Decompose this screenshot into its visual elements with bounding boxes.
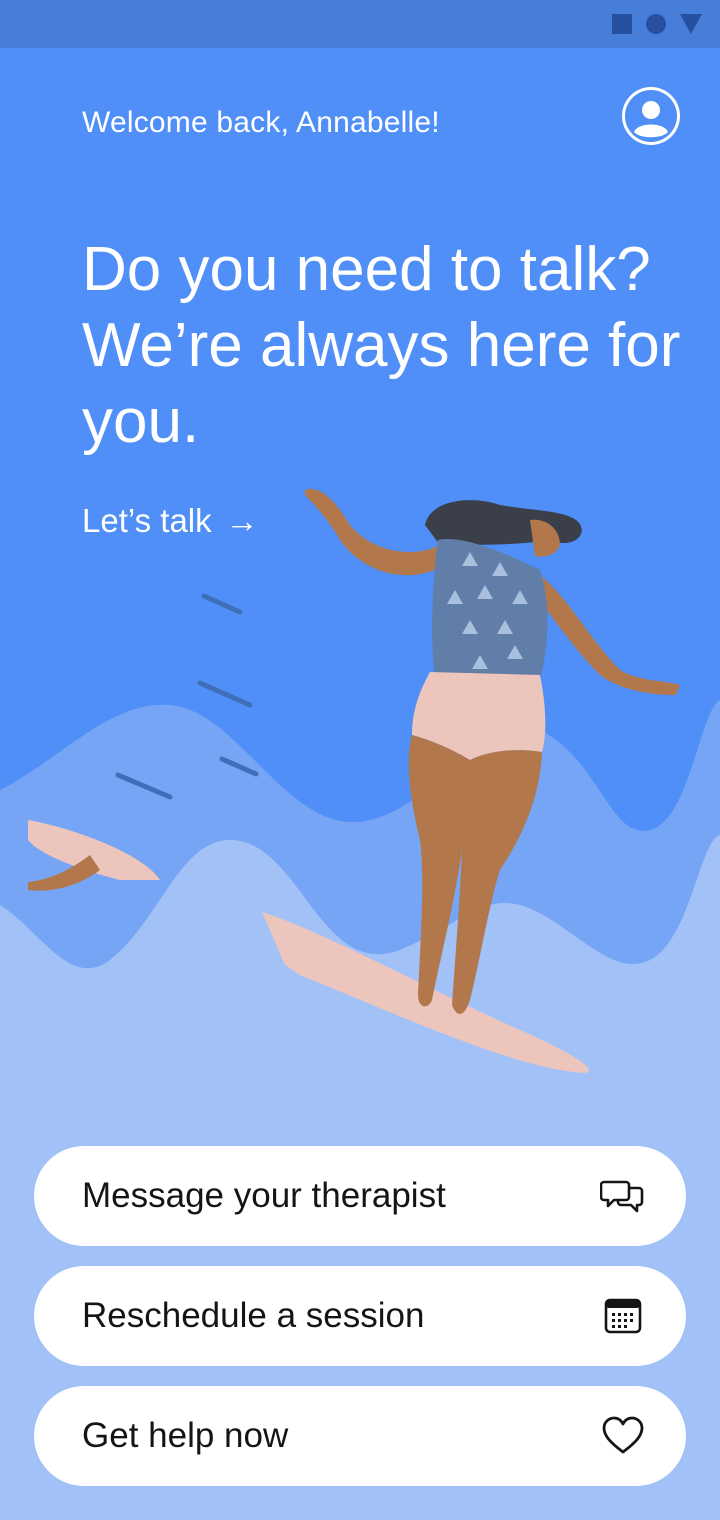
calendar-icon: [600, 1293, 646, 1339]
welcome-text: Welcome back, Annabelle!: [82, 106, 440, 139]
triangle-icon: [680, 14, 702, 34]
hero-headline: Do you need to talk? We’re always here f…: [82, 235, 681, 456]
square-icon: [612, 14, 632, 34]
circle-icon: [646, 14, 666, 34]
heart-icon: [600, 1413, 646, 1459]
status-bar: [0, 0, 720, 48]
profile-button[interactable]: [622, 87, 680, 145]
action-label: Message your therapist: [82, 1176, 446, 1215]
chat-bubbles-icon: [600, 1173, 646, 1219]
get-help-now-button[interactable]: Get help now: [34, 1386, 686, 1486]
lets-talk-label: Let’s talk: [82, 502, 212, 539]
reschedule-session-button[interactable]: Reschedule a session: [34, 1266, 686, 1366]
lets-talk-link[interactable]: Let’s talk →: [82, 502, 259, 540]
user-avatar-icon: [625, 90, 677, 142]
message-therapist-button[interactable]: Message your therapist: [34, 1146, 686, 1246]
arrow-right-icon: →: [225, 502, 259, 539]
action-label: Reschedule a session: [82, 1296, 425, 1335]
home-screen: Welcome back, Annabelle! Do you need to …: [0, 0, 720, 1520]
action-label: Get help now: [82, 1416, 289, 1455]
